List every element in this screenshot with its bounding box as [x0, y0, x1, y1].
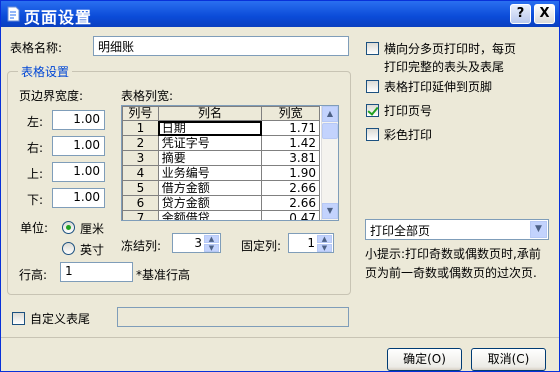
- extend-footer-label[interactable]: 表格打印延伸到页脚: [384, 78, 492, 95]
- row-number: 3: [122, 150, 159, 166]
- column-width-cell[interactable]: 0.47: [261, 210, 320, 220]
- table-name-label: 表格名称:: [10, 41, 63, 55]
- unit-cm-label[interactable]: 厘米: [80, 220, 104, 237]
- unit-inch-radio[interactable]: [62, 242, 75, 255]
- title-bar: 页面设置 ? X: [1, 1, 559, 27]
- spin-down-icon[interactable]: ▼: [317, 244, 332, 252]
- column-width-label: 表格列宽:: [121, 89, 174, 103]
- fixed-col-stepper[interactable]: 1 ▲ ▼: [288, 233, 334, 253]
- top-margin-input[interactable]: 1.00: [52, 162, 105, 182]
- column-name-cell[interactable]: 日期: [157, 120, 263, 136]
- spin-down-icon[interactable]: ▼: [204, 244, 219, 252]
- row-number: 7: [122, 210, 159, 220]
- freeze-col-value: 3: [194, 236, 202, 250]
- app-icon: [7, 6, 20, 22]
- table-name-input[interactable]: 明细账: [93, 36, 349, 56]
- header-col-width: 列宽: [261, 106, 320, 121]
- column-name-cell[interactable]: 业务编号: [157, 165, 263, 181]
- column-width-cell[interactable]: 1.71: [261, 120, 320, 136]
- repeat-header-checkbox[interactable]: [366, 42, 379, 55]
- column-name-cell[interactable]: 摘要: [157, 150, 263, 166]
- chevron-down-icon[interactable]: ▼: [530, 221, 547, 238]
- extend-footer-checkbox[interactable]: [366, 80, 379, 93]
- spin-up-icon[interactable]: ▲: [204, 235, 219, 243]
- row-number: 5: [122, 180, 159, 196]
- print-range-value: 打印全部页: [370, 224, 431, 238]
- row-number: 6: [122, 195, 159, 211]
- column-width-grid: 列号 列名 列宽 1 日期 1.71 2 凭证字号 1.42 3 摘要 3.81…: [121, 105, 339, 221]
- margins-label: 页边界宽度:: [19, 89, 84, 103]
- bottom-margin-input[interactable]: 1.00: [52, 188, 105, 208]
- table-row[interactable]: 6 贷方金额 2.66: [122, 195, 320, 211]
- print-page-number-label[interactable]: 打印页号: [384, 102, 432, 119]
- header-col-name: 列名: [157, 106, 263, 121]
- unit-inch-label[interactable]: 英寸: [80, 241, 104, 258]
- row-height-note: *基准行高: [136, 268, 191, 282]
- table-row[interactable]: 2 凭证字号 1.42: [122, 135, 320, 151]
- scroll-down-icon[interactable]: ▼: [322, 203, 338, 219]
- repeat-header-label-2[interactable]: 打印完整的表头及表尾: [384, 58, 504, 75]
- help-button[interactable]: ?: [510, 4, 531, 24]
- scroll-up-icon[interactable]: ▲: [322, 106, 338, 122]
- grid-header-row: 列号 列名 列宽: [122, 106, 320, 121]
- hint-text: 小提示:打印奇数或偶数页时,承前 页为前一奇数或偶数页的过次页.: [365, 245, 550, 283]
- right-margin-input[interactable]: 1.00: [52, 136, 105, 156]
- row-height-label: 行高:: [19, 268, 48, 282]
- column-width-table: 列号 列名 列宽 1 日期 1.71 2 凭证字号 1.42 3 摘要 3.81…: [122, 106, 320, 220]
- print-range-select[interactable]: 打印全部页 ▼: [365, 219, 549, 240]
- row-number: 2: [122, 135, 159, 151]
- grid-scrollbar[interactable]: ▲ ▼: [321, 106, 338, 220]
- column-name-cell[interactable]: 借方金额: [157, 180, 263, 196]
- header-col-no: 列号: [122, 106, 159, 121]
- repeat-header-label[interactable]: 横向分多页打印时，每页: [384, 40, 516, 57]
- print-page-number-checkbox[interactable]: [366, 104, 379, 117]
- column-width-cell[interactable]: 2.66: [261, 180, 320, 196]
- page-setup-dialog: 页面设置 ? X 表格名称: 明细账 表格设置 页边界宽度: 左: 1.00 右…: [0, 0, 560, 372]
- close-button[interactable]: X: [534, 4, 555, 24]
- row-number: 4: [122, 165, 159, 181]
- row-height-input[interactable]: 1: [60, 262, 133, 282]
- top-margin-label: 上:: [27, 167, 44, 181]
- column-name-cell[interactable]: 余额借贷: [157, 210, 263, 220]
- scroll-thumb[interactable]: [322, 123, 338, 139]
- hint-line-1: 小提示:打印奇数或偶数页时,承前: [365, 247, 541, 261]
- freeze-col-label: 冻结列:: [121, 239, 162, 253]
- bottom-margin-label: 下:: [27, 193, 44, 207]
- table-settings-title: 表格设置: [18, 63, 73, 80]
- freeze-col-stepper[interactable]: 3 ▲ ▼: [172, 233, 221, 253]
- row-number: 1: [122, 120, 159, 136]
- custom-footer-label[interactable]: 自定义表尾: [30, 310, 90, 327]
- divider: [1, 337, 559, 338]
- ok-button[interactable]: 确定(O): [387, 348, 462, 371]
- unit-cm-radio[interactable]: [62, 221, 75, 234]
- custom-footer-checkbox[interactable]: [12, 312, 25, 325]
- fixed-col-value: 1: [307, 236, 315, 250]
- spin-up-icon[interactable]: ▲: [317, 235, 332, 243]
- left-margin-input[interactable]: 1.00: [52, 110, 105, 130]
- table-row[interactable]: 4 业务编号 1.90: [122, 165, 320, 181]
- color-print-checkbox[interactable]: [366, 128, 379, 141]
- window-title: 页面设置: [24, 8, 93, 27]
- column-name-cell[interactable]: 贷方金额: [157, 195, 263, 211]
- table-row[interactable]: 3 摘要 3.81: [122, 150, 320, 166]
- right-margin-label: 右:: [27, 141, 44, 155]
- unit-label: 单位:: [20, 221, 49, 235]
- column-width-cell[interactable]: 2.66: [261, 195, 320, 211]
- color-print-label[interactable]: 彩色打印: [384, 126, 432, 143]
- column-width-cell[interactable]: 1.90: [261, 165, 320, 181]
- table-row[interactable]: 1 日期 1.71: [122, 120, 320, 136]
- column-name-cell[interactable]: 凭证字号: [157, 135, 263, 151]
- column-width-cell[interactable]: 3.81: [261, 150, 320, 166]
- left-margin-label: 左:: [27, 115, 44, 129]
- table-row[interactable]: 7 余额借贷 0.47: [122, 210, 320, 220]
- hint-line-2: 页为前一奇数或偶数页的过次页.: [365, 266, 537, 280]
- custom-footer-input[interactable]: [117, 307, 349, 327]
- column-width-cell[interactable]: 1.42: [261, 135, 320, 151]
- table-row[interactable]: 5 借方金额 2.66: [122, 180, 320, 196]
- fixed-col-label: 固定列:: [241, 239, 282, 253]
- cancel-button[interactable]: 取消(C): [471, 348, 546, 371]
